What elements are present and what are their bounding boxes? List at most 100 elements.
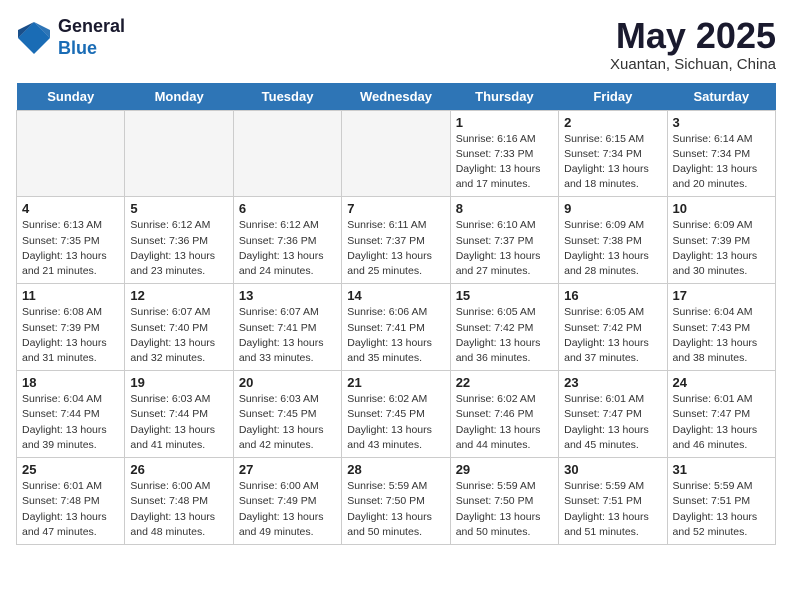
- day-number: 25: [22, 462, 119, 477]
- day-cell: 6 Sunrise: 6:12 AMSunset: 7:36 PMDaylight…: [233, 197, 341, 284]
- day-cell: 29 Sunrise: 5:59 AMSunset: 7:50 PMDayligh…: [450, 458, 558, 545]
- day-number: 31: [673, 462, 770, 477]
- day-number: 10: [673, 201, 770, 216]
- calendar-table: SundayMondayTuesdayWednesdayThursdayFrid…: [16, 83, 776, 545]
- day-info: Sunrise: 6:10 AMSunset: 7:37 PMDaylight:…: [456, 218, 553, 279]
- day-number: 22: [456, 375, 553, 390]
- day-info: Sunrise: 6:14 AMSunset: 7:34 PMDaylight:…: [673, 132, 770, 193]
- day-info: Sunrise: 5:59 AMSunset: 7:51 PMDaylight:…: [564, 479, 661, 540]
- day-info: Sunrise: 5:59 AMSunset: 7:51 PMDaylight:…: [673, 479, 770, 540]
- day-info: Sunrise: 6:12 AMSunset: 7:36 PMDaylight:…: [239, 218, 336, 279]
- day-cell: 17 Sunrise: 6:04 AMSunset: 7:43 PMDayligh…: [667, 284, 775, 371]
- day-number: 12: [130, 288, 227, 303]
- day-info: Sunrise: 5:59 AMSunset: 7:50 PMDaylight:…: [456, 479, 553, 540]
- weekday-header-row: SundayMondayTuesdayWednesdayThursdayFrid…: [17, 83, 776, 111]
- day-number: 19: [130, 375, 227, 390]
- day-number: 17: [673, 288, 770, 303]
- day-info: Sunrise: 6:05 AMSunset: 7:42 PMDaylight:…: [564, 305, 661, 366]
- day-info: Sunrise: 6:01 AMSunset: 7:47 PMDaylight:…: [673, 392, 770, 453]
- day-cell: 18 Sunrise: 6:04 AMSunset: 7:44 PMDayligh…: [17, 371, 125, 458]
- day-info: Sunrise: 6:12 AMSunset: 7:36 PMDaylight:…: [130, 218, 227, 279]
- day-number: 16: [564, 288, 661, 303]
- location-label: Xuantan, Sichuan, China: [610, 56, 776, 73]
- day-cell: 2 Sunrise: 6:15 AMSunset: 7:34 PMDaylight…: [559, 110, 667, 197]
- weekday-header-tuesday: Tuesday: [233, 83, 341, 111]
- page-container: General Blue May 2025 Xuantan, Sichuan, …: [0, 0, 792, 555]
- weekday-header-friday: Friday: [559, 83, 667, 111]
- day-info: Sunrise: 6:02 AMSunset: 7:45 PMDaylight:…: [347, 392, 444, 453]
- day-number: 11: [22, 288, 119, 303]
- day-number: 18: [22, 375, 119, 390]
- day-info: Sunrise: 6:05 AMSunset: 7:42 PMDaylight:…: [456, 305, 553, 366]
- day-cell: 8 Sunrise: 6:10 AMSunset: 7:37 PMDaylight…: [450, 197, 558, 284]
- day-cell: 27Sunrise: 6:00 AMSunset: 7:49 PMDayligh…: [233, 458, 341, 545]
- day-cell: 14Sunrise: 6:06 AMSunset: 7:41 PMDayligh…: [342, 284, 450, 371]
- day-cell: 22Sunrise: 6:02 AMSunset: 7:46 PMDayligh…: [450, 371, 558, 458]
- day-number: 13: [239, 288, 336, 303]
- day-info: Sunrise: 6:04 AMSunset: 7:43 PMDaylight:…: [673, 305, 770, 366]
- day-info: Sunrise: 6:15 AMSunset: 7:34 PMDaylight:…: [564, 132, 661, 193]
- day-info: Sunrise: 6:03 AMSunset: 7:45 PMDaylight:…: [239, 392, 336, 453]
- day-info: Sunrise: 6:07 AMSunset: 7:40 PMDaylight:…: [130, 305, 227, 366]
- header: General Blue May 2025 Xuantan, Sichuan, …: [16, 16, 776, 73]
- logo-text: General Blue: [58, 16, 125, 59]
- day-info: Sunrise: 6:09 AMSunset: 7:38 PMDaylight:…: [564, 218, 661, 279]
- day-number: 20: [239, 375, 336, 390]
- day-number: 8: [456, 201, 553, 216]
- day-cell: 19 Sunrise: 6:03 AMSunset: 7:44 PMDayligh…: [125, 371, 233, 458]
- day-number: 6: [239, 201, 336, 216]
- day-number: 23: [564, 375, 661, 390]
- logo-general-label: General: [58, 16, 125, 38]
- day-cell: [125, 110, 233, 197]
- weekday-header-monday: Monday: [125, 83, 233, 111]
- weekday-header-saturday: Saturday: [667, 83, 775, 111]
- day-info: Sunrise: 6:04 AMSunset: 7:44 PMDaylight:…: [22, 392, 119, 453]
- day-cell: 10 Sunrise: 6:09 AMSunset: 7:39 PMDayligh…: [667, 197, 775, 284]
- weekday-header-sunday: Sunday: [17, 83, 125, 111]
- day-cell: [233, 110, 341, 197]
- logo-icon: [16, 20, 52, 56]
- day-info: Sunrise: 6:11 AMSunset: 7:37 PMDaylight:…: [347, 218, 444, 279]
- logo: General Blue: [16, 16, 125, 59]
- day-number: 26: [130, 462, 227, 477]
- day-number: 2: [564, 115, 661, 130]
- day-cell: 20 Sunrise: 6:03 AMSunset: 7:45 PMDayligh…: [233, 371, 341, 458]
- week-row-4: 18 Sunrise: 6:04 AMSunset: 7:44 PMDayligh…: [17, 371, 776, 458]
- day-cell: 24 Sunrise: 6:01 AMSunset: 7:47 PMDayligh…: [667, 371, 775, 458]
- week-row-2: 4 Sunrise: 6:13 AMSunset: 7:35 PMDaylight…: [17, 197, 776, 284]
- day-cell: [342, 110, 450, 197]
- day-number: 15: [456, 288, 553, 303]
- day-number: 4: [22, 201, 119, 216]
- day-cell: 16 Sunrise: 6:05 AMSunset: 7:42 PMDayligh…: [559, 284, 667, 371]
- day-info: Sunrise: 6:16 AMSunset: 7:33 PMDaylight:…: [456, 132, 553, 193]
- day-info: Sunrise: 6:08 AMSunset: 7:39 PMDaylight:…: [22, 305, 119, 366]
- day-number: 21: [347, 375, 444, 390]
- weekday-header-thursday: Thursday: [450, 83, 558, 111]
- day-number: 28: [347, 462, 444, 477]
- day-number: 9: [564, 201, 661, 216]
- day-cell: 1 Sunrise: 6:16 AMSunset: 7:33 PMDaylight…: [450, 110, 558, 197]
- day-cell: 25Sunrise: 6:01 AMSunset: 7:48 PMDayligh…: [17, 458, 125, 545]
- day-cell: 11 Sunrise: 6:08 AMSunset: 7:39 PMDayligh…: [17, 284, 125, 371]
- day-number: 27: [239, 462, 336, 477]
- day-info: Sunrise: 6:01 AMSunset: 7:47 PMDaylight:…: [564, 392, 661, 453]
- day-info: Sunrise: 6:09 AMSunset: 7:39 PMDaylight:…: [673, 218, 770, 279]
- day-cell: 9 Sunrise: 6:09 AMSunset: 7:38 PMDaylight…: [559, 197, 667, 284]
- day-info: Sunrise: 6:03 AMSunset: 7:44 PMDaylight:…: [130, 392, 227, 453]
- day-cell: 4 Sunrise: 6:13 AMSunset: 7:35 PMDaylight…: [17, 197, 125, 284]
- week-row-3: 11 Sunrise: 6:08 AMSunset: 7:39 PMDayligh…: [17, 284, 776, 371]
- week-row-1: 1 Sunrise: 6:16 AMSunset: 7:33 PMDaylight…: [17, 110, 776, 197]
- week-row-5: 25Sunrise: 6:01 AMSunset: 7:48 PMDayligh…: [17, 458, 776, 545]
- day-info: Sunrise: 6:07 AMSunset: 7:41 PMDaylight:…: [239, 305, 336, 366]
- month-title: May 2025: [610, 16, 776, 56]
- day-number: 29: [456, 462, 553, 477]
- day-number: 24: [673, 375, 770, 390]
- day-number: 14: [347, 288, 444, 303]
- day-number: 5: [130, 201, 227, 216]
- day-number: 1: [456, 115, 553, 130]
- weekday-header-wednesday: Wednesday: [342, 83, 450, 111]
- logo-blue-label: Blue: [58, 38, 125, 60]
- day-number: 30: [564, 462, 661, 477]
- day-info: Sunrise: 6:13 AMSunset: 7:35 PMDaylight:…: [22, 218, 119, 279]
- day-number: 7: [347, 201, 444, 216]
